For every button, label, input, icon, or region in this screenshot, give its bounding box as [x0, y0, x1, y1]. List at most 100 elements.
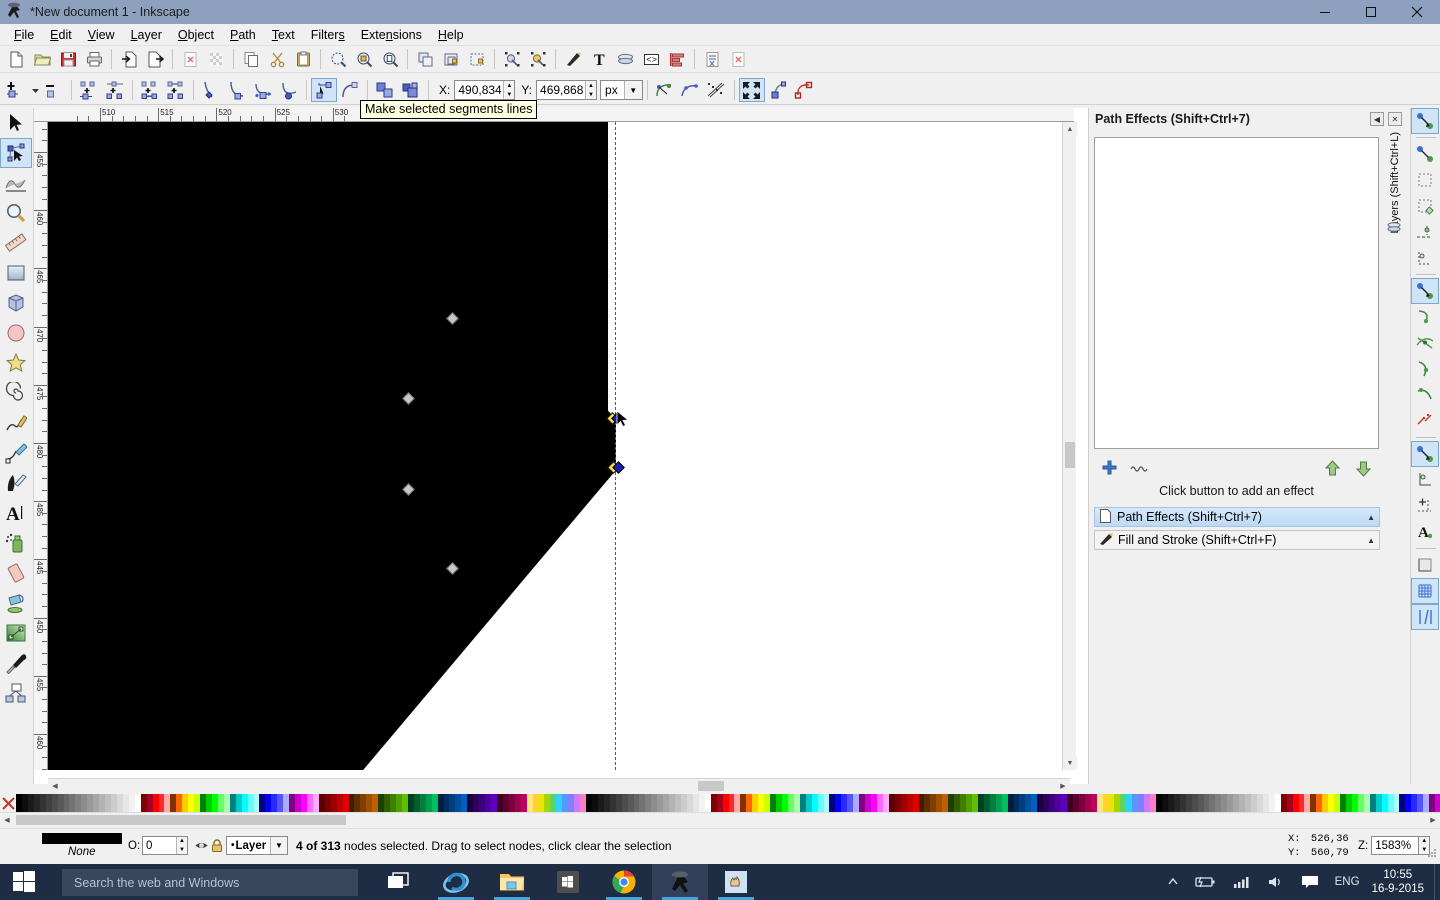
minimize-button[interactable] [1302, 0, 1348, 24]
snap-bbox-edges-icon[interactable] [1411, 167, 1439, 193]
align-distribute-icon[interactable] [664, 47, 690, 71]
canvas-vertical-scrollbar[interactable]: ▲ ▼ [1062, 122, 1077, 770]
snap-grids-icon[interactable] [1411, 578, 1439, 604]
zoom-selection-icon[interactable] [325, 47, 351, 71]
paint-icon[interactable] [708, 864, 764, 900]
color-palette[interactable] [0, 794, 1440, 812]
resize-grip-icon[interactable] [1428, 848, 1438, 862]
taskbar-clock[interactable]: 10:55 16-9-2015 [1368, 868, 1434, 896]
snap-rotation-centers-icon[interactable] [1411, 493, 1439, 519]
menu-object[interactable]: Object [170, 26, 222, 44]
snap-text-baselines-icon[interactable]: A [1411, 519, 1439, 545]
show-outline-icon[interactable] [704, 78, 730, 102]
canvas-horizontal-scrollbar[interactable]: ◀ ▶ [48, 778, 1070, 793]
task-view-icon[interactable] [372, 864, 428, 900]
paste-icon[interactable] [290, 47, 316, 71]
x-coordinate-field[interactable]: ▲▼ [454, 80, 516, 100]
scroll-right-button[interactable]: ▶ [1056, 779, 1070, 793]
menu-view[interactable]: View [80, 26, 123, 44]
node-auto-icon[interactable] [276, 78, 302, 102]
inkscape-icon[interactable] [652, 864, 708, 900]
stroke-value[interactable]: None [68, 846, 96, 858]
mask-icon[interactable] [525, 47, 551, 71]
opacity-input[interactable] [143, 839, 173, 852]
node-symmetric-icon[interactable] [250, 78, 276, 102]
enable-snapping-icon[interactable] [1411, 108, 1439, 134]
ungroup-icon[interactable] [464, 47, 490, 71]
show-bezier-handles-icon[interactable] [678, 78, 704, 102]
rectangle-tool-icon[interactable] [0, 258, 32, 288]
palette-scroll-right[interactable]: ▶ [1426, 813, 1440, 826]
move-effect-down-icon[interactable] [1347, 456, 1379, 480]
text-tool-dialog-icon[interactable]: T [586, 47, 612, 71]
join-segment-icon[interactable] [137, 78, 163, 102]
xml-editor-icon[interactable]: <> [638, 47, 664, 71]
duplicate-icon[interactable] [412, 47, 438, 71]
palette-scrollbar[interactable]: ◀ ▶ [0, 812, 1440, 826]
zoom-tool-icon[interactable] [0, 198, 32, 228]
remove-color-icon[interactable] [0, 794, 16, 812]
menu-path[interactable]: Path [222, 26, 264, 44]
collapse-dock-icon[interactable]: ◀ [1370, 112, 1384, 126]
windows-store-icon[interactable] [540, 864, 596, 900]
node-cusp-icon[interactable] [198, 78, 224, 102]
menu-extensions[interactable]: Extensions [353, 26, 430, 44]
print-document-icon[interactable] [81, 47, 107, 71]
snap-bounding-boxes-icon[interactable] [1411, 141, 1439, 167]
object-to-path-icon[interactable] [372, 78, 398, 102]
google-chrome-icon[interactable] [596, 864, 652, 900]
delete-node-icon[interactable] [41, 78, 67, 102]
preferences-icon[interactable] [699, 47, 725, 71]
dropper-tool-icon[interactable] [0, 648, 32, 678]
chevron-down-icon[interactable]: ▼ [270, 837, 287, 854]
text-tool-icon[interactable]: A [0, 498, 32, 528]
edit-mask-icon[interactable] [791, 78, 817, 102]
segment-curve-icon[interactable] [337, 78, 363, 102]
menu-filters[interactable]: Filters [303, 26, 353, 44]
connector-tool-icon[interactable] [0, 678, 32, 708]
snap-smooth-nodes-icon[interactable] [1411, 382, 1439, 408]
snap-object-centers-icon[interactable] [1411, 467, 1439, 493]
x-input[interactable] [455, 81, 504, 99]
y-spinner[interactable]: ▲ ▼ [585, 81, 597, 99]
volume-icon[interactable] [1259, 875, 1293, 889]
save-document-icon[interactable] [55, 47, 81, 71]
dock-row-path-effects[interactable]: Path Effects (Shift+Ctrl+7) ▲ [1094, 507, 1380, 527]
search-input[interactable]: Search the web and Windows [62, 869, 358, 896]
chevron-up-icon[interactable]: ▲ [1367, 513, 1375, 522]
dock-row-fill-and-stroke[interactable]: Fill and Stroke (Shift+Ctrl+F) ▲ [1094, 530, 1380, 550]
ellipse-tool-icon[interactable] [0, 318, 32, 348]
x-spinner[interactable]: ▲ ▼ [503, 81, 515, 99]
horizontal-ruler[interactable]: 510 515 520 525 530 [34, 108, 1074, 122]
palette-scroll-left[interactable]: ◀ [0, 813, 14, 826]
open-document-icon[interactable] [29, 47, 55, 71]
zoom-drawing-icon[interactable] [351, 47, 377, 71]
menu-text[interactable]: Text [264, 26, 303, 44]
measure-tool-icon[interactable] [0, 228, 32, 258]
layer-selector[interactable]: • Layer 1 ▼ [226, 836, 288, 855]
layers-dock-icon[interactable] [1387, 220, 1401, 237]
layer-lock-icon[interactable] [210, 838, 224, 856]
fill-stroke-dialog-icon[interactable] [560, 47, 586, 71]
undo-icon[interactable] [177, 47, 203, 71]
zoom-field[interactable] [1371, 836, 1420, 855]
unit-selector[interactable]: px ▼ [600, 80, 643, 100]
layer-visible-icon[interactable] [194, 838, 209, 856]
snap-to-cusp-nodes-icon[interactable] [1411, 356, 1439, 382]
cut-icon[interactable] [264, 47, 290, 71]
menu-layer[interactable]: Layer [123, 26, 170, 44]
bezier-tool-icon[interactable] [0, 438, 32, 468]
close-button[interactable] [1394, 0, 1440, 24]
export-icon[interactable] [142, 47, 168, 71]
layers-dialog-icon[interactable] [612, 47, 638, 71]
zoom-control[interactable]: Z: ▲▼ [1358, 836, 1431, 855]
opacity-field[interactable]: ▲▼ [142, 836, 188, 855]
file-explorer-icon[interactable] [484, 864, 540, 900]
node-smooth-icon[interactable] [224, 78, 250, 102]
scroll-down-button[interactable]: ▼ [1063, 756, 1077, 770]
break-path-icon[interactable] [76, 78, 102, 102]
remove-effect-icon[interactable] [1124, 456, 1158, 480]
zoom-input[interactable] [1372, 839, 1419, 852]
spiral-tool-icon[interactable] [0, 378, 32, 408]
menu-edit[interactable]: Edit [42, 26, 80, 44]
